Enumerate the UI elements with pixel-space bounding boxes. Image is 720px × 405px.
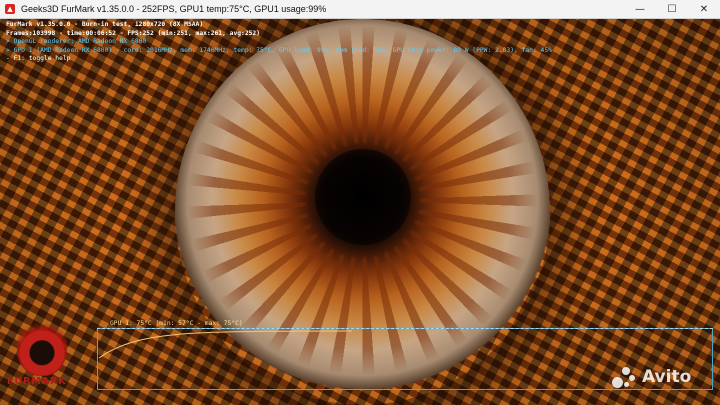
avito-watermark: Avito: [612, 364, 691, 390]
hud-help-line: - F1: toggle help: [6, 55, 71, 63]
hud-title-line: FurMark v1.35.0.0 - Burn-in test, 1280x7…: [6, 21, 204, 28]
window-title: Geeks3D FurMark v1.35.0.0 - 252FPS, GPU1…: [21, 4, 327, 14]
furmark-app-icon[interactable]: ▲: [5, 4, 15, 14]
hud-overlay: FurMark v1.35.0.0 - Burn-in test, 1280x7…: [6, 21, 552, 64]
avito-watermark-text: Avito: [642, 367, 692, 387]
logo-text: FURMARK: [7, 376, 67, 387]
hud-frames-line: Frames:103998 - time:00:06:52 - FPS:252 …: [6, 29, 261, 37]
temperature-curve: [98, 330, 352, 359]
hud-renderer-line: > OpenGL renderer: AMD Radeon RX 6800: [6, 38, 147, 46]
avito-dots-icon: [612, 365, 638, 389]
maximize-button[interactable]: ☐: [656, 0, 688, 18]
title-bar[interactable]: ▲ Geeks3D FurMark v1.35.0.0 - 252FPS, GP…: [0, 0, 720, 19]
temperature-graph-label: GPU 1: 75°C (min: 57°C - max: 75°C): [110, 320, 243, 327]
minimize-button[interactable]: —: [624, 0, 656, 18]
furmark-flame-logo: FURMARK: [3, 318, 87, 388]
fur-donut-center: [315, 149, 411, 245]
flame-icon: [17, 318, 67, 376]
hud-gpu-line: > GPU 1 (AMD Radeon RX 6800) - core: 201…: [6, 46, 552, 54]
furmark-window: ▲ Geeks3D FurMark v1.35.0.0 - 252FPS, GP…: [0, 0, 720, 405]
window-controls: — ☐ ✕: [624, 0, 720, 18]
close-button[interactable]: ✕: [688, 0, 720, 18]
